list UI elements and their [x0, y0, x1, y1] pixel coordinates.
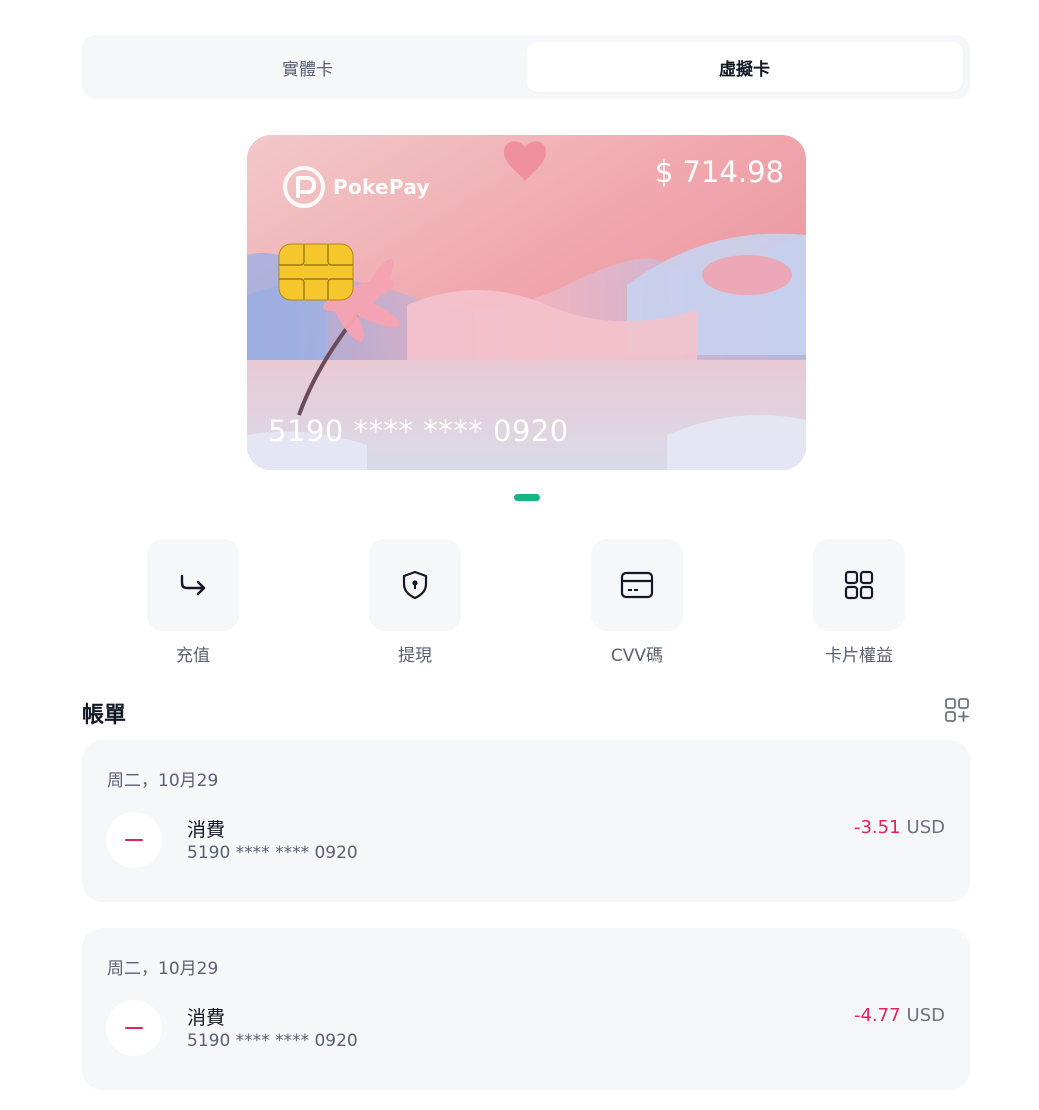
action-top-up-label: 充值: [176, 646, 210, 666]
card-chip-icon: [278, 243, 354, 301]
action-card-benefits[interactable]: 卡片權益: [813, 539, 905, 666]
action-cvv[interactable]: CVV碼: [591, 539, 683, 666]
card-balance: $ 714.98: [654, 155, 784, 189]
credit-card-icon: [620, 571, 654, 599]
transaction-title: 消費: [187, 1007, 226, 1029]
carousel-indicator[interactable]: [514, 494, 540, 501]
transaction-card-number: 5190 **** **** 0920: [187, 843, 358, 863]
bill-section-title: 帳單: [82, 703, 127, 728]
action-cvv-label: CVV碼: [610, 646, 664, 666]
card-type-tabs: 實體卡 虛擬卡: [82, 35, 970, 99]
action-withdraw-tile[interactable]: [369, 539, 461, 631]
card-brand: PokePay: [283, 166, 430, 208]
tab-virtual-card[interactable]: 虛擬卡: [526, 42, 963, 92]
card-number: 5190 **** **** 0920: [268, 414, 569, 448]
action-cvv-tile[interactable]: [591, 539, 683, 631]
transaction-title: 消費: [187, 819, 226, 841]
redirect-arrow-icon: [180, 574, 206, 596]
pokepay-logo-icon: [283, 166, 325, 208]
action-card-benefits-label: 卡片權益: [825, 646, 893, 666]
transaction-card[interactable]: 周二，10月29 消費 5190 **** **** 0920 -4.77 USD: [82, 928, 970, 1090]
shield-keyhole-icon: [402, 570, 428, 600]
grid-add-icon[interactable]: [944, 697, 970, 723]
action-card-benefits-tile[interactable]: [813, 539, 905, 631]
tab-physical-card[interactable]: 實體卡: [89, 42, 526, 92]
card-brand-name: PokePay: [333, 175, 430, 199]
minus-icon: [106, 812, 162, 868]
transaction-amount-value: -4.77: [853, 1005, 901, 1026]
minus-icon: [106, 1000, 162, 1056]
virtual-card[interactable]: PokePay $ 714.98 5190 **** **** 0920: [247, 135, 806, 470]
transaction-date: 周二，10月29: [107, 771, 219, 791]
action-top-up-tile[interactable]: [147, 539, 239, 631]
transaction-amount: -3.51 USD: [854, 817, 945, 838]
action-withdraw-label: 提現: [398, 646, 432, 666]
grid-four-icon: [844, 570, 874, 600]
action-withdraw[interactable]: 提現: [369, 539, 461, 666]
transaction-date: 周二，10月29: [107, 959, 219, 979]
transaction-currency: USD: [906, 817, 945, 838]
transaction-amount-value: -3.51: [853, 817, 901, 838]
transaction-amount: -4.77 USD: [854, 1005, 945, 1026]
transaction-currency: USD: [906, 1005, 945, 1026]
transaction-card-number: 5190 **** **** 0920: [187, 1031, 358, 1051]
transaction-card[interactable]: 周二，10月29 消費 5190 **** **** 0920 -3.51 USD: [82, 740, 970, 902]
action-top-up[interactable]: 充值: [147, 539, 239, 666]
